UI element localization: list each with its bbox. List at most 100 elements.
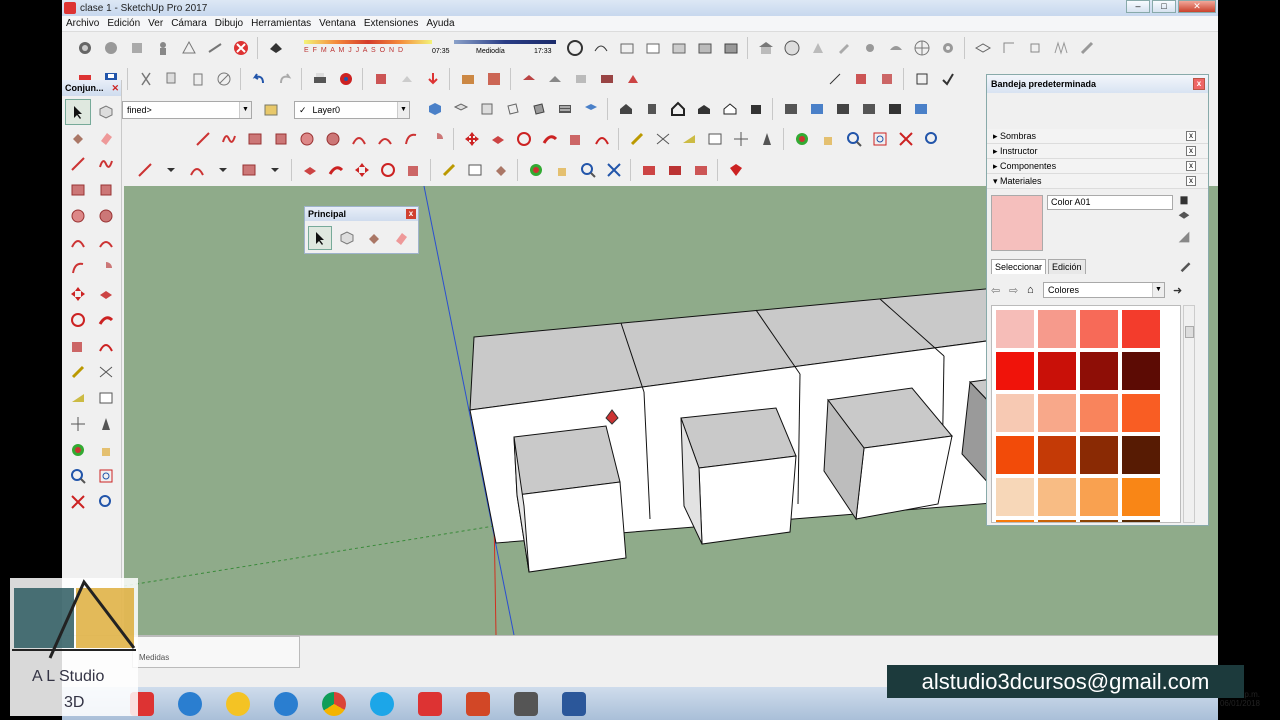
color-swatch[interactable]: [996, 352, 1034, 390]
chevron-down-icon[interactable]: ▼: [397, 102, 409, 118]
geo-icon[interactable]: [621, 67, 645, 91]
sandbox-icon[interactable]: [1049, 36, 1073, 60]
line-tool-icon[interactable]: [65, 151, 91, 177]
tab-edicion[interactable]: Edición: [1048, 259, 1086, 274]
rectangle-tool-icon-2[interactable]: [237, 158, 261, 182]
text-tool-icon[interactable]: [93, 385, 119, 411]
color-swatch[interactable]: [1122, 394, 1160, 432]
preview-icon[interactable]: [595, 67, 619, 91]
two-point-arc-icon[interactable]: [93, 229, 119, 255]
rotate-tool-icon-2[interactable]: [376, 158, 400, 182]
gear-icon[interactable]: [936, 36, 960, 60]
current-material-swatch[interactable]: [991, 195, 1043, 251]
menu-herramientas[interactable]: Herramientas: [247, 18, 315, 29]
home-icon[interactable]: ⌂: [1027, 284, 1043, 296]
save-task-icon[interactable]: [506, 689, 546, 719]
default-material-icon[interactable]: [1176, 229, 1192, 245]
large-toolset-close-button[interactable]: ✕: [111, 80, 119, 96]
eyedropper-icon[interactable]: [1178, 257, 1194, 273]
color-swatch[interactable]: [1080, 478, 1118, 516]
push-pull-icon-2[interactable]: [298, 158, 322, 182]
freehand-tool-icon[interactable]: [217, 127, 241, 151]
warehouse-share-icon[interactable]: [369, 67, 393, 91]
line-tool-icon-2[interactable]: [133, 158, 157, 182]
sun-icon[interactable]: [858, 36, 882, 60]
dc-attributes-icon[interactable]: [875, 67, 899, 91]
subtract-icon[interactable]: [831, 97, 855, 121]
text-tool-icon-2[interactable]: [463, 158, 487, 182]
three-point-arc-icon[interactable]: [399, 127, 423, 151]
maximize-button[interactable]: □: [1152, 0, 1176, 13]
forward-arrow-icon[interactable]: ⇨: [1009, 284, 1027, 297]
display-secondary-icon[interactable]: [1176, 191, 1192, 207]
layer-manager-icon[interactable]: [259, 98, 283, 122]
offset-tool-icon[interactable]: [93, 333, 119, 359]
3d-text-icon[interactable]: [93, 411, 119, 437]
union-icon[interactable]: [805, 97, 829, 121]
section-close-icon[interactable]: x: [1186, 131, 1196, 141]
color-swatch[interactable]: [1038, 436, 1076, 474]
warehouse-icon[interactable]: [754, 36, 778, 60]
xray-icon[interactable]: [563, 36, 587, 60]
tray-close-button[interactable]: x: [1193, 78, 1205, 90]
principal-titlebar[interactable]: Principal x: [305, 207, 418, 221]
color-swatch[interactable]: [1122, 352, 1160, 390]
upload-icon[interactable]: [395, 67, 419, 91]
paint-bucket-icon[interactable]: [489, 158, 513, 182]
rectangle-tool-icon[interactable]: [65, 177, 91, 203]
pan-tool-icon[interactable]: [816, 127, 840, 151]
menu-ver[interactable]: Ver: [144, 18, 167, 29]
solid-inspector-icon[interactable]: [910, 67, 934, 91]
rotate-tool-icon[interactable]: [512, 127, 536, 151]
scale-tool-icon[interactable]: [65, 333, 91, 359]
warehouse-get-icon[interactable]: [637, 158, 661, 182]
create-material-icon[interactable]: [1176, 209, 1192, 225]
scale-tool-icon-2[interactable]: [402, 158, 426, 182]
fog-icon[interactable]: [884, 36, 908, 60]
back-arrow-icon[interactable]: ⇦: [991, 284, 1009, 297]
select-tool-icon[interactable]: [308, 226, 332, 250]
move-tool-icon[interactable]: [460, 127, 484, 151]
redo-icon[interactable]: [273, 67, 297, 91]
color-swatch[interactable]: [1080, 520, 1118, 522]
component-tool-icon[interactable]: [335, 226, 359, 250]
orbit-tool-icon[interactable]: [65, 437, 91, 463]
pie-tool-icon[interactable]: [425, 127, 449, 151]
tape-measure-icon-2[interactable]: [437, 158, 461, 182]
trim-icon[interactable]: [857, 97, 881, 121]
view-iso-icon[interactable]: [423, 97, 447, 121]
cameras-icon[interactable]: [73, 36, 97, 60]
previous-view-icon[interactable]: [93, 489, 119, 515]
pan-tool-icon-2[interactable]: [550, 158, 574, 182]
chrome-task-icon[interactable]: [314, 689, 354, 719]
shadows-toggle-icon[interactable]: [264, 36, 288, 60]
push-pull-icon[interactable]: [93, 281, 119, 307]
section-close-icon[interactable]: x: [1186, 146, 1196, 156]
color-swatch[interactable]: [1038, 478, 1076, 516]
section-close-icon[interactable]: x: [1186, 161, 1196, 171]
cube-2-front[interactable]: [698, 455, 797, 545]
arc-tool-icon-2[interactable]: [185, 158, 209, 182]
eraser-icon[interactable]: [93, 125, 119, 151]
scale-tool-icon[interactable]: [564, 127, 588, 151]
chevron-down-icon[interactable]: ▼: [1152, 283, 1164, 297]
orbit-tool-icon-2[interactable]: [524, 158, 548, 182]
tray-titlebar[interactable]: Bandeja predeterminada x: [987, 75, 1208, 93]
color-swatch[interactable]: [996, 394, 1034, 432]
shadow-settings-strip[interactable]: E F M A M J J A S O N D 07:35 Mediodía 1…: [304, 38, 556, 58]
share-component-icon[interactable]: [689, 158, 713, 182]
clock-date[interactable]: 06/01/2018: [1220, 699, 1260, 708]
wireframe-icon[interactable]: [615, 36, 639, 60]
tape-measure-icon[interactable]: [625, 127, 649, 151]
menu-ayuda[interactable]: Ayuda: [422, 18, 458, 29]
extension-warehouse-icon[interactable]: [456, 67, 480, 91]
ruby-icon[interactable]: [724, 158, 748, 182]
zoom-extents-icon-2[interactable]: [602, 158, 626, 182]
color-swatch[interactable]: [1038, 520, 1076, 522]
month-slider-track[interactable]: [304, 40, 432, 44]
extension-icon[interactable]: [806, 36, 830, 60]
cube-1-front[interactable]: [516, 481, 627, 573]
rotate-tool-icon[interactable]: [65, 307, 91, 333]
color-swatch[interactable]: [1080, 436, 1118, 474]
layer-combo[interactable]: ✓ Layer0 ▼: [294, 101, 410, 119]
